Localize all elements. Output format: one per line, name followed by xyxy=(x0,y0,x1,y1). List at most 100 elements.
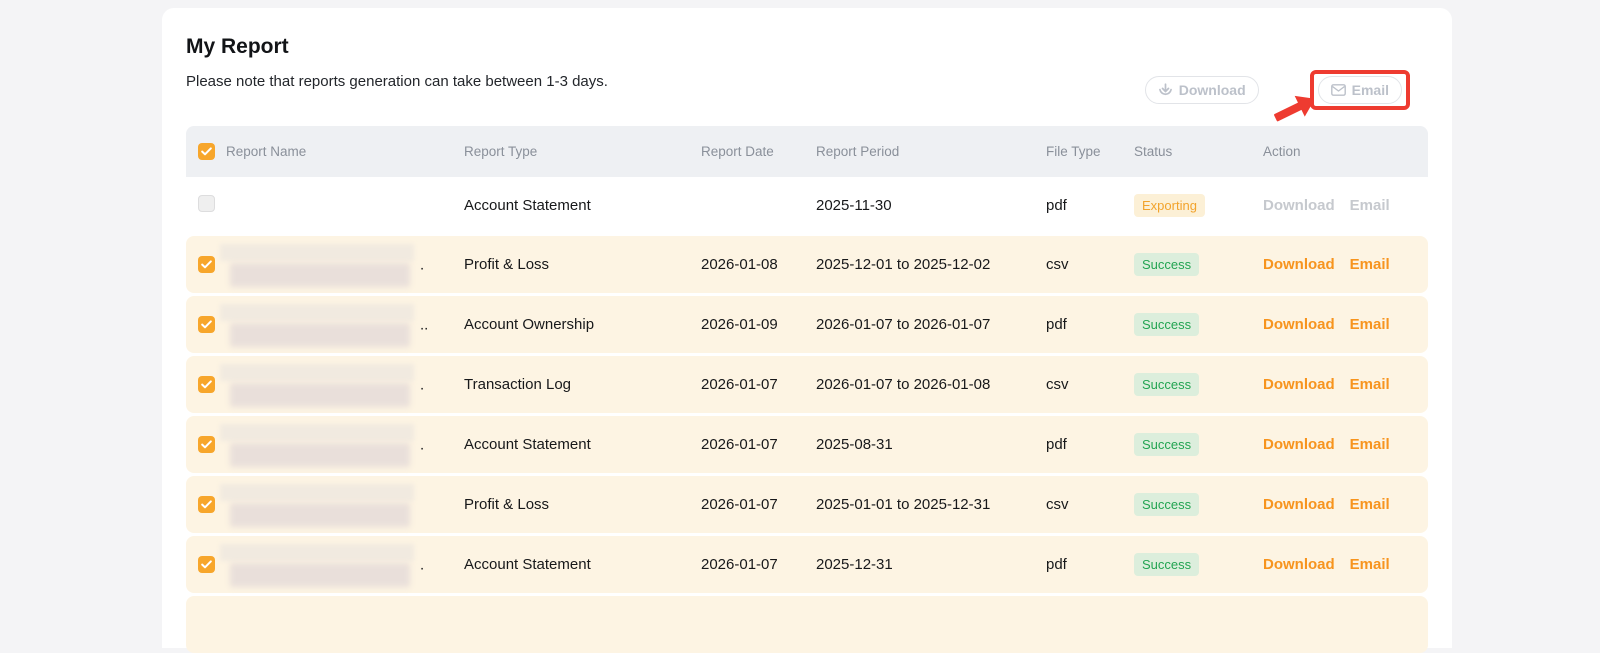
report-period: 2025-01-01 to 2025-12-31 xyxy=(816,496,1046,513)
report-date: 2026-01-07 xyxy=(701,436,816,453)
report-type: Account Statement xyxy=(464,197,701,214)
redacted-name xyxy=(230,563,410,587)
report-date: 2026-01-07 xyxy=(701,556,816,573)
report-type: Profit & Loss xyxy=(464,496,701,513)
row-checkbox[interactable] xyxy=(198,436,215,453)
table-row: . Account Statement 2026-01-07 2025-08-3… xyxy=(186,416,1428,473)
col-action: Action xyxy=(1263,144,1428,159)
report-name-cell: . xyxy=(226,536,464,593)
download-icon xyxy=(1158,83,1173,98)
table-row: . Transaction Log 2026-01-07 2026-01-07 … xyxy=(186,356,1428,413)
email-icon xyxy=(1331,84,1346,96)
status-badge: Success xyxy=(1134,313,1199,336)
status-badge: Success xyxy=(1134,253,1199,276)
download-link[interactable]: Download xyxy=(1263,316,1335,333)
status-badge: Exporting xyxy=(1134,194,1205,217)
report-date: 2026-01-08 xyxy=(701,256,816,273)
col-file-type: File Type xyxy=(1046,144,1134,159)
table-row: .. Account Ownership 2026-01-09 2026-01-… xyxy=(186,296,1428,353)
status-badge: Success xyxy=(1134,433,1199,456)
email-link[interactable]: Email xyxy=(1350,256,1390,273)
report-name-cell: . xyxy=(226,416,464,473)
report-type: Transaction Log xyxy=(464,376,701,393)
row-checkbox[interactable] xyxy=(198,376,215,393)
table-row: Profit & Loss 2026-01-07 2025-01-01 to 2… xyxy=(186,476,1428,533)
redacted-name xyxy=(220,244,414,261)
report-type: Profit & Loss xyxy=(464,256,701,273)
email-button[interactable]: Email xyxy=(1318,76,1402,104)
row-checkbox[interactable] xyxy=(198,195,215,212)
email-link[interactable]: Email xyxy=(1350,376,1390,393)
report-type: Account Statement xyxy=(464,556,701,573)
redacted-name xyxy=(230,263,410,287)
row-checkbox[interactable] xyxy=(198,316,215,333)
email-link[interactable]: Email xyxy=(1350,197,1390,214)
download-link[interactable]: Download xyxy=(1263,376,1335,393)
report-period: 2025-08-31 xyxy=(816,436,1046,453)
col-report-date: Report Date xyxy=(701,144,816,159)
page-title: My Report xyxy=(186,8,1428,59)
status-badge: Success xyxy=(1134,493,1199,516)
redacted-name xyxy=(230,503,410,527)
row-checkbox[interactable] xyxy=(198,256,215,273)
table-header-row: Report Name Report Type Report Date Repo… xyxy=(186,126,1428,177)
reports-table: Report Name Report Type Report Date Repo… xyxy=(186,126,1428,653)
redacted-name xyxy=(220,484,414,501)
report-period: 2025-12-01 to 2025-12-02 xyxy=(816,256,1046,273)
email-link[interactable]: Email xyxy=(1350,556,1390,573)
report-date: 2026-01-07 xyxy=(701,496,816,513)
file-type: csv xyxy=(1046,256,1134,273)
table-row: . Account Statement 2026-01-07 2025-12-3… xyxy=(186,536,1428,593)
report-period: 2025-11-30 xyxy=(816,197,1046,214)
col-report-period: Report Period xyxy=(816,144,1046,159)
report-date: 2026-01-09 xyxy=(701,316,816,333)
table-row-partial xyxy=(186,596,1428,653)
report-period: 2025-12-31 xyxy=(816,556,1046,573)
report-name-cell xyxy=(226,177,464,233)
download-button[interactable]: Download xyxy=(1145,76,1259,104)
report-name-cell: . xyxy=(226,356,464,413)
report-name-cell: .. xyxy=(226,296,464,353)
file-type: pdf xyxy=(1046,556,1134,573)
report-name-cell xyxy=(226,476,464,533)
select-all-checkbox[interactable] xyxy=(198,143,215,160)
email-link[interactable]: Email xyxy=(1350,436,1390,453)
col-status: Status xyxy=(1134,144,1263,159)
download-link[interactable]: Download xyxy=(1263,197,1335,214)
redacted-name xyxy=(220,364,414,381)
file-type: pdf xyxy=(1046,197,1134,214)
redacted-name xyxy=(220,424,414,441)
table-row: . Profit & Loss 2026-01-08 2025-12-01 to… xyxy=(186,236,1428,293)
row-checkbox[interactable] xyxy=(198,496,215,513)
table-row: Account Statement 2025-11-30 pdf Exporti… xyxy=(186,177,1428,233)
download-link[interactable]: Download xyxy=(1263,256,1335,273)
redacted-name xyxy=(220,304,414,321)
download-link[interactable]: Download xyxy=(1263,436,1335,453)
download-link[interactable]: Download xyxy=(1263,556,1335,573)
annotation-highlight-box: Email xyxy=(1310,70,1410,110)
email-link[interactable]: Email xyxy=(1350,496,1390,513)
report-type: Account Ownership xyxy=(464,316,701,333)
file-type: pdf xyxy=(1046,436,1134,453)
file-type: csv xyxy=(1046,496,1134,513)
download-link[interactable]: Download xyxy=(1263,496,1335,513)
redacted-name xyxy=(220,544,414,561)
report-period: 2026-01-07 to 2026-01-08 xyxy=(816,376,1046,393)
status-badge: Success xyxy=(1134,553,1199,576)
my-report-card: My Report Please note that reports gener… xyxy=(162,8,1452,648)
redacted-name xyxy=(230,323,410,347)
file-type: csv xyxy=(1046,376,1134,393)
status-badge: Success xyxy=(1134,373,1199,396)
report-date: 2026-01-07 xyxy=(701,376,816,393)
col-report-name: Report Name xyxy=(226,144,464,159)
report-period: 2026-01-07 to 2026-01-07 xyxy=(816,316,1046,333)
report-name-cell: . xyxy=(226,236,464,293)
redacted-name xyxy=(230,443,410,467)
redacted-name xyxy=(230,383,410,407)
email-link[interactable]: Email xyxy=(1350,316,1390,333)
row-checkbox[interactable] xyxy=(198,556,215,573)
toolbar: Download Email xyxy=(1145,76,1410,125)
file-type: pdf xyxy=(1046,316,1134,333)
report-type: Account Statement xyxy=(464,436,701,453)
col-report-type: Report Type xyxy=(464,144,701,159)
